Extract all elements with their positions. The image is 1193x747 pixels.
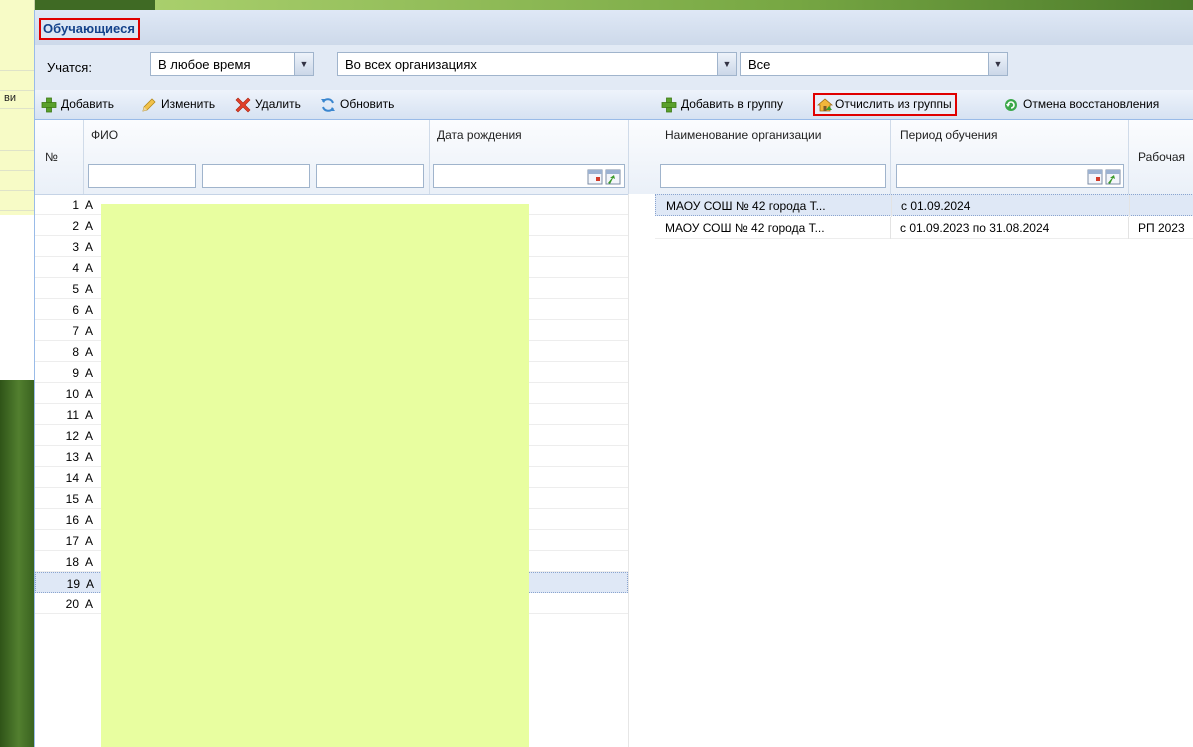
- name-filter-input[interactable]: [202, 164, 310, 188]
- delete-x-icon: [235, 97, 251, 113]
- calendar-filter-icon[interactable]: [587, 167, 623, 187]
- plus-icon: [661, 97, 677, 113]
- row-fio: А: [85, 597, 94, 611]
- row-number: 13: [65, 450, 79, 464]
- row-number: 19: [66, 577, 80, 591]
- row-fio: А: [85, 345, 94, 359]
- groups-grid-header: Наименование организации Период обучения…: [655, 120, 1193, 195]
- house-icon: [817, 98, 833, 112]
- row-fio: А: [85, 492, 94, 506]
- chevron-down-icon[interactable]: ▼: [717, 53, 736, 75]
- add-to-group-button[interactable]: Добавить в группу: [661, 95, 783, 114]
- column-fio[interactable]: ФИО: [91, 128, 118, 142]
- row-study-period: с 01.09.2024: [901, 199, 971, 213]
- row-number: 17: [65, 534, 79, 548]
- row-number: 18: [65, 555, 79, 569]
- filter-label: Учатся:: [47, 60, 92, 75]
- delete-button[interactable]: Удалить: [235, 95, 301, 114]
- refresh-icon: [321, 98, 335, 112]
- students-toolbar: Добавить Изменить Удалить Обновить: [35, 90, 655, 120]
- row-number: 16: [65, 513, 79, 527]
- status-filter-value: Все: [748, 57, 771, 72]
- column-study-period[interactable]: Период обучения: [900, 128, 997, 142]
- edit-button[interactable]: Изменить: [141, 95, 215, 114]
- surname-filter-input[interactable]: [88, 164, 196, 188]
- plus-icon: [41, 97, 57, 113]
- row-number: 5: [72, 282, 79, 296]
- row-fio: А: [85, 303, 94, 317]
- column-num[interactable]: №: [45, 150, 58, 164]
- row-number: 8: [72, 345, 79, 359]
- background-left-panel: ви: [0, 0, 35, 215]
- background-top-strip: [155, 0, 1193, 10]
- row-fio: А: [85, 534, 94, 548]
- row-number: 11: [66, 408, 79, 422]
- row-fio: А: [85, 471, 94, 485]
- row-number: 2: [72, 219, 79, 233]
- organization-filter-value: Во всех организациях: [345, 57, 477, 72]
- refresh-button[interactable]: Обновить: [320, 95, 394, 114]
- patronymic-filter-input[interactable]: [316, 164, 424, 188]
- time-filter-combo[interactable]: В любое время ▼: [150, 52, 314, 76]
- groups-pane: Добавить в группу Отчислить из группы От…: [655, 90, 1193, 747]
- pencil-icon: [142, 98, 156, 112]
- column-organization[interactable]: Наименование организации: [665, 128, 821, 142]
- row-fio: А: [85, 240, 94, 254]
- expel-from-group-button[interactable]: Отчислить из группы: [813, 93, 957, 116]
- background-left-green: [0, 380, 34, 747]
- table-row[interactable]: МАОУ СОШ № 42 города Т... с 01.09.2024: [655, 194, 1193, 217]
- row-fio: А: [85, 198, 94, 212]
- restore-icon: [1005, 99, 1017, 111]
- column-work-plan[interactable]: Рабочая: [1138, 150, 1185, 164]
- row-number: 7: [72, 324, 79, 338]
- row-organization: МАОУ СОШ № 42 города Т...: [666, 199, 826, 213]
- row-fio: А: [85, 261, 94, 275]
- row-number: 1: [72, 198, 79, 212]
- row-fio: А: [85, 513, 94, 527]
- add-button[interactable]: Добавить: [41, 95, 114, 114]
- row-study-period: с 01.09.2023 по 31.08.2024: [900, 221, 1050, 235]
- window-title: Обучающиеся: [39, 18, 140, 40]
- row-work-plan: РП 2023: [1138, 221, 1185, 235]
- students-grid-header: № ФИО Дата рождения: [35, 120, 655, 195]
- chevron-down-icon[interactable]: ▼: [294, 53, 313, 75]
- table-row[interactable]: МАОУ СОШ № 42 города Т... с 01.09.2023 по…: [655, 217, 1193, 239]
- row-number: 15: [65, 492, 79, 506]
- row-fio: А: [85, 324, 94, 338]
- chevron-down-icon[interactable]: ▼: [988, 53, 1007, 75]
- row-organization: МАОУ СОШ № 42 города Т...: [665, 221, 825, 235]
- row-fio: А: [85, 429, 94, 443]
- background-left-text: ви: [0, 88, 34, 109]
- organization-filter-input[interactable]: [660, 164, 886, 188]
- background-left-white: [0, 215, 34, 380]
- row-fio: А: [85, 219, 94, 233]
- row-fio: А: [85, 366, 94, 380]
- status-filter-combo[interactable]: Все ▼: [740, 52, 1008, 76]
- students-grid-scroll-area[interactable]: [628, 194, 656, 747]
- column-birth-date[interactable]: Дата рождения: [437, 128, 522, 142]
- groups-toolbar: Добавить в группу Отчислить из группы От…: [655, 90, 1193, 120]
- row-number: 4: [72, 261, 79, 275]
- row-fio: А: [85, 387, 94, 401]
- row-number: 10: [65, 387, 79, 401]
- row-number: 12: [65, 429, 79, 443]
- window-title-bar: Обучающиеся: [35, 10, 1193, 45]
- calendar-filter-icon[interactable]: [1087, 167, 1123, 187]
- row-number: 14: [65, 471, 79, 485]
- filter-bar: Учатся: В любое время ▼ Во всех организа…: [35, 45, 1193, 90]
- redaction-overlay: [101, 204, 529, 747]
- row-fio: А: [85, 408, 94, 422]
- row-number: 6: [72, 303, 79, 317]
- row-number: 20: [65, 597, 79, 611]
- organization-filter-combo[interactable]: Во всех организациях ▼: [337, 52, 737, 76]
- row-fio: А: [85, 450, 94, 464]
- row-number: 9: [72, 366, 79, 380]
- time-filter-value: В любое время: [158, 57, 251, 72]
- row-number: 3: [72, 240, 79, 254]
- row-fio: А: [85, 282, 94, 296]
- cancel-restore-button[interactable]: Отмена восстановления: [1003, 95, 1159, 114]
- row-fio: А: [85, 555, 94, 569]
- row-fio: А: [86, 577, 95, 591]
